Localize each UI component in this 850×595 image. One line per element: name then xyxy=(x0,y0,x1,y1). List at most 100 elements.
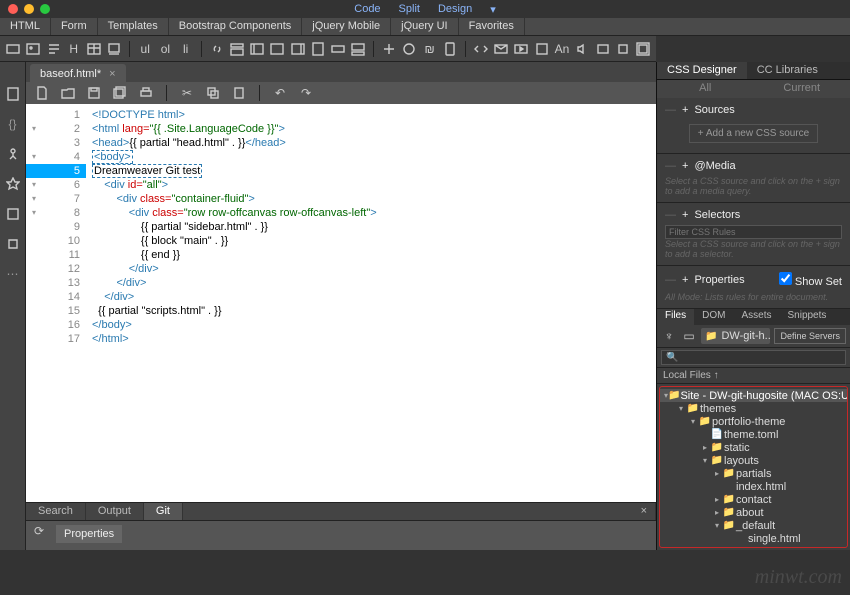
ul-icon[interactable]: ul xyxy=(138,41,152,57)
define-servers-button[interactable]: Define Servers xyxy=(774,328,846,344)
dom-icon[interactable] xyxy=(5,146,21,162)
iframe-icon[interactable] xyxy=(636,41,650,57)
tab-search[interactable]: Search xyxy=(26,503,86,520)
code-editor[interactable]: 1234 5678 91011121314151617 <!DOCTYPE ht… xyxy=(26,104,656,502)
html5-audio-icon[interactable] xyxy=(575,41,589,57)
close-tab-icon[interactable]: × xyxy=(109,68,115,80)
li-icon[interactable]: li xyxy=(179,41,193,57)
filter-css-input[interactable] xyxy=(665,225,842,239)
more-icon[interactable]: ⋯ xyxy=(5,266,21,282)
tab-snippets[interactable]: Snippets xyxy=(779,309,834,325)
assets-icon[interactable] xyxy=(5,206,21,222)
tree-item[interactable]: ▾📁portfolio-theme xyxy=(660,415,847,428)
tree-item[interactable]: ▸📁about xyxy=(660,506,847,519)
tab-git[interactable]: Git xyxy=(144,503,183,520)
header-icon[interactable] xyxy=(230,41,244,57)
document-tab[interactable]: baseof.html* × xyxy=(30,64,126,84)
keywords-icon[interactable] xyxy=(402,41,416,57)
animate-icon[interactable]: An xyxy=(555,41,570,57)
tab-css-designer[interactable]: CSS Designer xyxy=(657,62,747,79)
css-all[interactable]: All xyxy=(657,80,754,98)
footer-icon[interactable] xyxy=(351,41,365,57)
view-split[interactable]: Split xyxy=(399,3,420,15)
article-icon[interactable] xyxy=(311,41,325,57)
code-content[interactable]: <!DOCTYPE html> <html lang="{{ .Site.Lan… xyxy=(86,104,377,502)
tree-item[interactable]: ▾📁themes xyxy=(660,402,847,415)
menu-jqmobile[interactable]: jQuery Mobile xyxy=(302,18,391,35)
snippets-icon[interactable] xyxy=(5,236,21,252)
tree-item[interactable]: ▸📁static xyxy=(660,441,847,454)
close-panel-icon[interactable]: × xyxy=(633,503,656,520)
nav-icon[interactable] xyxy=(250,41,264,57)
minimize-window-icon[interactable] xyxy=(24,4,34,14)
tree-item[interactable]: 📄theme.toml xyxy=(660,428,847,441)
add-icon[interactable]: + xyxy=(682,160,688,172)
menu-jqui[interactable]: jQuery UI xyxy=(391,18,458,35)
print-icon[interactable] xyxy=(138,85,154,101)
menu-bootstrap[interactable]: Bootstrap Components xyxy=(169,18,303,35)
add-css-source-button[interactable]: + Add a new CSS source xyxy=(689,124,818,143)
css-icon[interactable]: {} xyxy=(5,116,21,132)
viewport-icon[interactable] xyxy=(443,41,457,57)
meta-icon[interactable] xyxy=(382,41,396,57)
properties-tab[interactable]: Properties xyxy=(56,525,122,543)
cut-icon[interactable]: ✂ xyxy=(179,85,195,101)
tree-item[interactable]: single.html xyxy=(660,532,847,545)
tree-item[interactable]: ▾📁_default xyxy=(660,519,847,532)
save-all-icon[interactable] xyxy=(112,85,128,101)
save-icon[interactable] xyxy=(86,85,102,101)
paragraph-icon[interactable] xyxy=(46,41,60,57)
undo-icon[interactable]: ↶ xyxy=(272,85,288,101)
behaviors-icon[interactable] xyxy=(5,176,21,192)
menu-favorites[interactable]: Favorites xyxy=(459,18,525,35)
tree-item[interactable]: ▾📁layouts xyxy=(660,454,847,467)
link-icon[interactable] xyxy=(210,41,224,57)
tab-files[interactable]: Files xyxy=(657,309,694,325)
div-icon[interactable] xyxy=(6,41,20,57)
add-icon[interactable]: + xyxy=(682,209,688,221)
menu-templates[interactable]: Templates xyxy=(98,18,169,35)
view-design[interactable]: Design xyxy=(438,3,472,15)
ol-icon[interactable]: ol xyxy=(158,41,172,57)
new-file-icon[interactable] xyxy=(34,85,50,101)
flash-video-icon[interactable] xyxy=(596,41,610,57)
email-icon[interactable] xyxy=(494,41,508,57)
tree-item[interactable]: ▸📁contact xyxy=(660,493,847,506)
maximize-window-icon[interactable] xyxy=(40,4,50,14)
close-window-icon[interactable] xyxy=(8,4,18,14)
chevron-down-icon[interactable]: ▾ xyxy=(490,3,496,16)
add-icon[interactable]: + xyxy=(682,104,688,116)
description-icon[interactable]: ₪ xyxy=(423,41,437,57)
add-icon[interactable]: + xyxy=(682,274,688,286)
file-manage-icon[interactable] xyxy=(5,86,21,102)
menu-html[interactable]: HTML xyxy=(0,18,51,35)
section-icon[interactable] xyxy=(331,41,345,57)
figure-icon[interactable] xyxy=(107,41,121,57)
tree-item[interactable]: index.html xyxy=(660,480,847,493)
site-dropdown[interactable]: 📁 DW-git-h... ▾ xyxy=(701,328,770,344)
tree-item[interactable]: ▸📁partials xyxy=(660,467,847,480)
expand-icon[interactable]: ▭ xyxy=(681,328,697,344)
html5-video-icon[interactable] xyxy=(514,41,528,57)
main-icon[interactable] xyxy=(270,41,284,57)
tab-cc-libraries[interactable]: CC Libraries xyxy=(747,62,828,79)
tree-item[interactable]: ▾📁Site - DW-git-hugosite (MAC OS:Users:.… xyxy=(660,389,847,402)
refresh-icon[interactable]: ⟳ xyxy=(31,523,47,539)
files-search-input[interactable] xyxy=(661,350,846,365)
ftp-icon[interactable]: ♆ xyxy=(661,328,677,344)
table-icon[interactable] xyxy=(87,41,101,57)
image-icon[interactable] xyxy=(26,41,40,57)
local-files-header[interactable]: Local Files ↑ xyxy=(657,368,850,384)
heading-icon[interactable]: H xyxy=(67,41,81,57)
show-set-checkbox[interactable] xyxy=(779,272,792,285)
copy-icon[interactable] xyxy=(205,85,221,101)
open-file-icon[interactable] xyxy=(60,85,76,101)
redo-icon[interactable]: ↷ xyxy=(298,85,314,101)
aside-icon[interactable] xyxy=(290,41,304,57)
css-current[interactable]: Current xyxy=(754,80,850,98)
paste-icon[interactable] xyxy=(231,85,247,101)
edited-text[interactable]: Dreamweaver Git test xyxy=(92,164,202,178)
tab-output[interactable]: Output xyxy=(86,503,144,520)
script-icon[interactable] xyxy=(474,41,488,57)
canvas-icon[interactable] xyxy=(534,41,548,57)
